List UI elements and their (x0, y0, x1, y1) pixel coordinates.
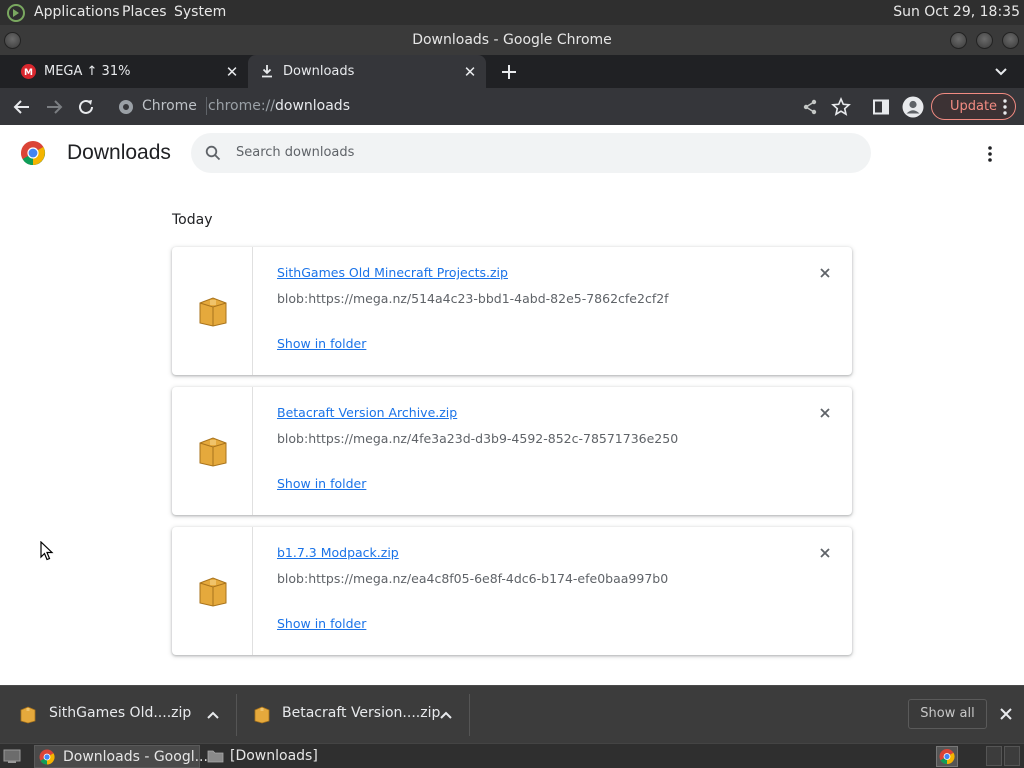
chrome-logo-icon (20, 140, 46, 166)
workspace-switcher-2[interactable] (1004, 746, 1020, 766)
site-label: Chrome (142, 98, 197, 114)
browser-toolbar: Chrome chrome://downloads Update (0, 88, 1024, 125)
chevron-up-icon[interactable] (439, 708, 453, 722)
show-all-button[interactable]: Show all (908, 699, 987, 729)
tab-mega[interactable]: M MEGA ↑ 31% ✕ (8, 55, 244, 88)
chrome-site-icon[interactable] (118, 99, 134, 115)
tab-search-chevron-icon[interactable] (994, 66, 1008, 78)
desktop-taskbar: Downloads - Googl... [Downloads] (0, 743, 1024, 768)
close-shelf-icon[interactable] (999, 707, 1013, 721)
show-in-folder-link[interactable]: Show in folder (277, 476, 366, 491)
search-icon[interactable] (205, 145, 221, 161)
download-item: SithGames Old Minecraft Projects.zip blo… (172, 247, 852, 375)
share-icon[interactable] (800, 97, 820, 117)
file-name-link[interactable]: SithGames Old Minecraft Projects.zip (277, 265, 508, 280)
page-title: Downloads (67, 141, 171, 164)
show-in-folder-link[interactable]: Show in folder (277, 336, 366, 351)
file-source-url: blob:https://mega.nz/514a4c23-bbd1-4abd-… (277, 291, 669, 306)
taskbar-item-folder[interactable]: [Downloads] (204, 745, 374, 768)
tab-strip: M MEGA ↑ 31% ✕ Downloads ✕ (0, 55, 1024, 88)
forward-arrow-icon[interactable] (44, 97, 64, 117)
zip-file-icon (20, 706, 36, 724)
desktop-top-panel: Applications Places System Sun Oct 29, 1… (0, 0, 1024, 25)
mouse-pointer-icon (40, 541, 54, 561)
close-tab-icon[interactable]: ✕ (224, 63, 240, 81)
tab-label: Downloads (283, 64, 355, 79)
close-tab-icon[interactable]: ✕ (462, 63, 478, 81)
search-downloads-field[interactable]: Search downloads (191, 133, 871, 173)
bookmark-star-icon[interactable] (831, 97, 851, 117)
clock[interactable]: Sun Oct 29, 18:35 (893, 4, 1020, 20)
tray-chrome-icon[interactable] (936, 746, 958, 767)
taskbar-item-chrome[interactable]: Downloads - Googl... (34, 745, 208, 768)
remove-item-close-icon[interactable] (818, 546, 832, 560)
chrome-icon (39, 749, 55, 765)
download-icon (260, 64, 274, 78)
taskbar-item-label: [Downloads] (230, 748, 318, 764)
shelf-divider (469, 694, 470, 736)
window-titlebar[interactable]: Downloads - Google Chrome (0, 25, 1024, 55)
zip-file-icon (198, 435, 228, 467)
applications-menu[interactable]: Applications (34, 4, 120, 20)
minimize-button[interactable] (950, 32, 967, 49)
mega-icon: M (21, 64, 36, 79)
chevron-up-icon[interactable] (206, 708, 220, 722)
download-item: b1.7.3 Modpack.zip blob:https://mega.nz/… (172, 527, 852, 655)
chrome-menu-icon[interactable] (1002, 98, 1008, 116)
taskbar-item-label: Downloads - Googl... (63, 749, 208, 765)
more-actions-icon[interactable] (982, 144, 998, 164)
tab-label: MEGA ↑ 31% (44, 64, 131, 79)
file-name-link[interactable]: b1.7.3 Modpack.zip (277, 545, 399, 560)
folder-icon (207, 749, 224, 763)
search-input[interactable]: Search downloads (236, 145, 354, 160)
window-title: Downloads - Google Chrome (412, 32, 612, 48)
remove-item-close-icon[interactable] (818, 266, 832, 280)
distro-logo-icon[interactable] (6, 3, 26, 23)
new-tab-plus-icon[interactable] (500, 63, 518, 81)
places-menu[interactable]: Places (122, 4, 167, 20)
file-icon-column (172, 387, 253, 515)
side-panel-icon[interactable] (871, 97, 891, 117)
window-menu-button[interactable] (4, 32, 21, 49)
file-name-link[interactable]: Betacraft Version Archive.zip (277, 405, 457, 420)
svg-text:M: M (24, 68, 33, 78)
download-item: Betacraft Version Archive.zip blob:https… (172, 387, 852, 515)
downloads-header: Downloads Search downloads (0, 126, 1024, 182)
download-shelf: SithGames Old....zip Betacraft Version..… (0, 685, 1024, 743)
show-desktop-icon[interactable] (3, 748, 21, 764)
omnibox-separator (206, 97, 207, 115)
tab-downloads[interactable]: Downloads ✕ (248, 55, 486, 88)
profile-avatar-icon[interactable] (902, 96, 924, 118)
zip-file-icon (198, 295, 228, 327)
zip-file-icon (198, 575, 228, 607)
shelf-file-name: Betacraft Version....zip (282, 705, 441, 721)
file-icon-column (172, 527, 253, 655)
file-source-url: blob:https://mega.nz/ea4c8f05-6e8f-4dc6-… (277, 571, 669, 586)
file-source-url: blob:https://mega.nz/4fe3a23d-d3b9-4592-… (277, 431, 679, 446)
zip-file-icon (254, 706, 270, 724)
maximize-button[interactable] (976, 32, 993, 49)
remove-item-close-icon[interactable] (818, 406, 832, 420)
shelf-download-item[interactable]: SithGames Old....zip (0, 686, 236, 744)
reload-icon[interactable] (76, 97, 96, 117)
file-icon-column (172, 247, 253, 375)
address-bar[interactable]: Chrome chrome://downloads (110, 92, 860, 121)
date-section-heading: Today (172, 212, 213, 228)
show-in-folder-link[interactable]: Show in folder (277, 616, 366, 631)
url-text[interactable]: chrome://downloads (208, 98, 350, 114)
shelf-download-item[interactable]: Betacraft Version....zip (236, 686, 470, 744)
shelf-file-name: SithGames Old....zip (49, 705, 192, 721)
back-arrow-icon[interactable] (12, 97, 32, 117)
workspace-switcher-1[interactable] (986, 746, 1002, 766)
window-close-button[interactable] (1002, 32, 1019, 49)
system-menu[interactable]: System (174, 4, 226, 20)
